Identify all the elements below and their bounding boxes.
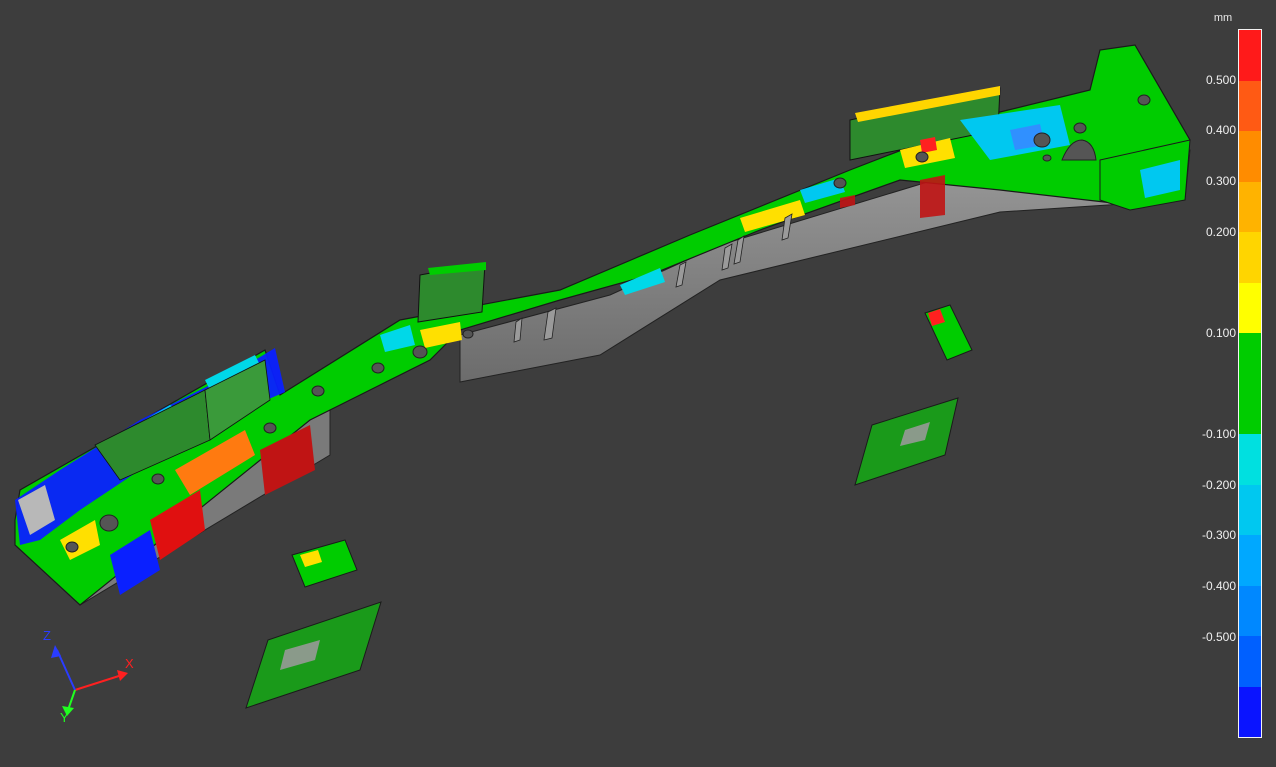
side-wall-red-mark <box>920 175 945 218</box>
legend-band <box>1239 181 1261 232</box>
legend-tick-label: 0.200 <box>1205 224 1236 239</box>
legend-tick-label: -0.100 <box>1201 427 1236 442</box>
legend-band <box>1239 333 1261 434</box>
legend-band <box>1239 686 1261 737</box>
legend-band <box>1239 30 1261 81</box>
legend-tick-label: -0.300 <box>1201 528 1236 543</box>
legend-tick-label: 0.500 <box>1205 72 1236 87</box>
legend-tick-label: -0.400 <box>1201 579 1236 594</box>
legend-band <box>1239 535 1261 586</box>
legend-band <box>1239 585 1261 636</box>
legend-unit-label: mm <box>1213 12 1233 24</box>
axis-z-label: Z <box>43 628 51 643</box>
legend-band <box>1239 80 1261 131</box>
axis-x-label: X <box>125 656 134 671</box>
rail-part <box>14 44 1191 606</box>
3d-viewport[interactable]: X Z Y mm 0.500 0.400 0.300 0.200 0.100 -0.100… <box>0 0 1276 767</box>
patch-small-left <box>291 539 358 588</box>
deviation-model-view[interactable]: X Z Y <box>0 0 1276 767</box>
legend-band <box>1239 131 1261 182</box>
legend-band <box>1239 434 1261 485</box>
legend-tick-label: -0.500 <box>1201 629 1236 644</box>
axis-y-label: Y <box>60 710 69 725</box>
legend-band <box>1239 232 1261 283</box>
legend-tick-label: 0.300 <box>1205 173 1236 188</box>
legend-tick-label: 0.100 <box>1205 325 1236 340</box>
legend-band <box>1239 636 1261 687</box>
legend-band <box>1239 282 1261 333</box>
axis-triad: X Z Y <box>43 628 134 725</box>
legend-tick-label: 0.400 <box>1205 123 1236 138</box>
legend-tick-label: -0.200 <box>1201 477 1236 492</box>
legend-color-bar <box>1238 29 1262 738</box>
legend-band <box>1239 484 1261 535</box>
